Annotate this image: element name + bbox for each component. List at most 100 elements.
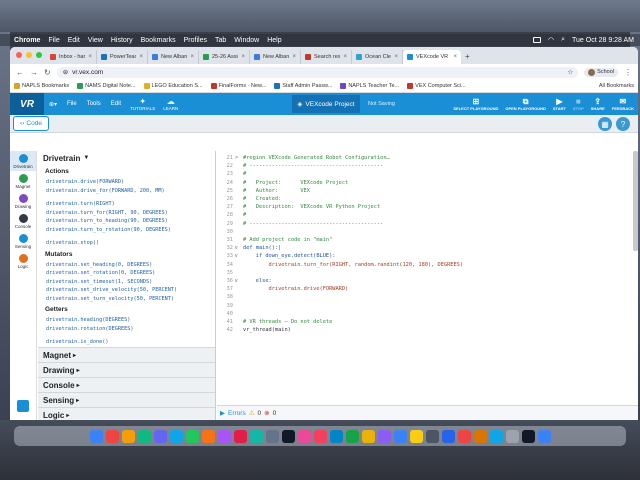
globe-icon[interactable]: ⊕▾ — [44, 101, 62, 108]
bookmark-star-icon[interactable]: ☆ — [567, 68, 573, 76]
close-tab-icon[interactable]: × — [190, 54, 194, 60]
wifi-icon[interactable]: ◠ — [548, 36, 554, 44]
bookmark-item[interactable]: NAPLS Teacher Te... — [340, 83, 399, 89]
dock-app-icon[interactable] — [393, 429, 407, 443]
dock-app-icon[interactable] — [345, 429, 359, 443]
code-line[interactable]: # Created: — [243, 195, 281, 203]
tutorials-button[interactable]: ✦ TUTORIALS — [126, 97, 159, 111]
dock-app-icon[interactable] — [185, 429, 199, 443]
dock-app-icon[interactable] — [249, 429, 263, 443]
palette-command[interactable]: drivetrain.set_turn_velocity(50, PERCENT… — [38, 295, 215, 304]
menubar-item[interactable]: Edit — [68, 37, 80, 44]
palette-command[interactable]: drivetrain.set_drive_velocity(50, PERCEN… — [38, 286, 215, 295]
toolbar-action-button[interactable]: ⇪ SHARE — [591, 97, 605, 111]
category-magnet[interactable]: Magnet — [10, 171, 36, 191]
toolbar-action-button[interactable]: ■ STOP — [573, 97, 584, 111]
browser-tab[interactable]: VEXcode VR × — [403, 50, 461, 64]
browser-tab[interactable]: 25-26 Assignm...× — [199, 50, 250, 64]
bookmark-item[interactable]: VEX Computer Sci... — [407, 83, 466, 89]
menu-kebab-icon[interactable]: ⋮ — [624, 68, 632, 77]
palette-command[interactable]: drivetrain.turn_to_rotation(90, DEGREES) — [38, 226, 215, 235]
palette-command[interactable]: drivetrain.set_timeout(1, SECONDS) — [38, 278, 215, 287]
code-line[interactable]: drivetrain.drive(FORWARD) — [243, 285, 349, 293]
palette-category-magnet[interactable]: Magnet ▸ — [38, 347, 215, 362]
palette-command[interactable]: drivetrain.turn_for(RIGHT, 90, DEGREES) — [38, 209, 215, 218]
code-line[interactable]: vr_thread(main) — [243, 326, 291, 334]
dock-app-icon[interactable] — [217, 429, 231, 443]
dock-app-icon[interactable] — [297, 429, 311, 443]
bookmark-item[interactable]: FinalForms - New... — [210, 83, 266, 89]
palette-command[interactable]: drivetrain.drive(FORWARD) — [38, 178, 215, 187]
category-sensing[interactable]: Sensing — [10, 231, 36, 251]
code-line[interactable]: # Description: VEXcode VR Python Project — [243, 203, 380, 211]
menubar-datetime[interactable]: Tue Oct 28 9:28 AM — [572, 37, 634, 44]
minimize-window-button[interactable] — [26, 52, 32, 58]
dock-app-icon[interactable] — [537, 429, 551, 443]
fold-open-icon[interactable]: v — [235, 244, 238, 252]
palette-command[interactable]: drivetrain.turn_to_heading(90, DEGREES) — [38, 217, 215, 226]
bookmark-item[interactable]: LEGO Education S... — [143, 83, 203, 89]
palette-command[interactable]: drivetrain.rotation(DEGREES) — [38, 325, 215, 334]
palette-category-drawing[interactable]: Drawing ▸ — [38, 362, 215, 377]
browser-tab[interactable]: New Albany Pl...× — [250, 50, 301, 64]
menubar-item[interactable]: Window — [234, 37, 259, 44]
code-line[interactable]: # Author: VEX — [243, 187, 310, 195]
dock-app-icon[interactable] — [137, 429, 151, 443]
profile-button[interactable]: School — [584, 67, 618, 77]
palette-command[interactable]: drivetrain.stop() — [38, 239, 215, 248]
dock-app-icon[interactable] — [329, 429, 343, 443]
menubar-app-name[interactable]: Chrome — [14, 37, 40, 44]
code-line[interactable]: drivetrain.turn_for(RIGHT, random.randin… — [243, 261, 464, 269]
dock-app-icon[interactable] — [313, 429, 327, 443]
project-name-box[interactable]: ◈ VEXcode Project — [292, 95, 360, 113]
back-icon[interactable]: ← — [16, 68, 24, 77]
palette-category-sensing[interactable]: Sensing ▸ — [38, 392, 215, 407]
dock-app-icon[interactable] — [233, 429, 247, 443]
all-bookmarks-button[interactable]: All Bookmarks — [599, 83, 634, 89]
code-line[interactable]: if down_eye.detect(BLUE): — [243, 252, 336, 260]
code-line[interactable]: # — [243, 170, 246, 178]
menubar-item[interactable]: Tab — [215, 37, 226, 44]
category-drawing[interactable]: Drawing — [10, 191, 36, 211]
dock-app-icon[interactable] — [473, 429, 487, 443]
dock-app-icon[interactable] — [105, 429, 119, 443]
bookmark-item[interactable]: NAPLS Bookmarks — [14, 83, 69, 89]
palette-category-console[interactable]: Console ▸ — [38, 377, 215, 392]
dock-app-icon[interactable] — [521, 429, 535, 443]
code-editor[interactable]: 21 > #region VEXcode Generated Robot Confi… — [217, 151, 638, 405]
menubar-item[interactable]: Profiles — [184, 37, 207, 44]
menubar-item[interactable]: Bookmarks — [141, 37, 176, 44]
close-tab-icon[interactable]: × — [343, 54, 347, 60]
dock-app-icon[interactable] — [425, 429, 439, 443]
code-line[interactable]: # --------------------------------------… — [243, 162, 383, 170]
bookmark-item[interactable]: NAMS Digital Note... — [77, 83, 136, 89]
help-icon[interactable]: ? — [616, 117, 630, 131]
forward-icon[interactable]: → — [30, 68, 38, 77]
address-bar[interactable]: ⊜ vr.vex.com ☆ — [56, 66, 579, 78]
toolbar-action-button[interactable]: ⊞ SELECT PLAYGROUND — [453, 97, 498, 111]
palette-command[interactable]: drivetrain.set_heading(0, DEGREES) — [38, 261, 215, 270]
menubar-item[interactable]: File — [48, 37, 59, 44]
fold-open-icon[interactable]: v — [235, 277, 238, 285]
search-icon[interactable]: ⌕ — [561, 36, 565, 44]
device-icon[interactable]: ▦ — [598, 117, 612, 131]
dock-app-icon[interactable] — [489, 429, 503, 443]
code-line[interactable]: # Project: VEXcode Project — [243, 179, 348, 187]
fold-open-icon[interactable]: v — [235, 252, 238, 260]
menubar-item[interactable]: Help — [267, 37, 281, 44]
code-line[interactable]: # --------------------------------------… — [243, 220, 383, 228]
close-tab-icon[interactable]: × — [292, 54, 296, 60]
close-tab-icon[interactable]: × — [139, 54, 143, 60]
palette-command[interactable]: drivetrain.set_rotation(0, DEGREES) — [38, 269, 215, 278]
dock-app-icon[interactable] — [457, 429, 471, 443]
browser-tab[interactable]: PowerTeacher× — [97, 50, 148, 64]
code-line[interactable]: #region VEXcode Generated Robot Configur… — [243, 154, 390, 162]
menubar-item[interactable]: View — [88, 37, 103, 44]
dock-app-icon[interactable] — [121, 429, 135, 443]
dock-app-icon[interactable] — [153, 429, 167, 443]
dock-app-icon[interactable] — [169, 429, 183, 443]
toolbar-action-button[interactable]: ✉ FEEDBACK — [612, 97, 634, 111]
palette-category-logic[interactable]: Logic ▸ — [38, 407, 215, 420]
fold-closed-icon[interactable]: > — [235, 154, 238, 162]
palette-command[interactable]: drivetrain.turn(RIGHT) — [38, 200, 215, 209]
